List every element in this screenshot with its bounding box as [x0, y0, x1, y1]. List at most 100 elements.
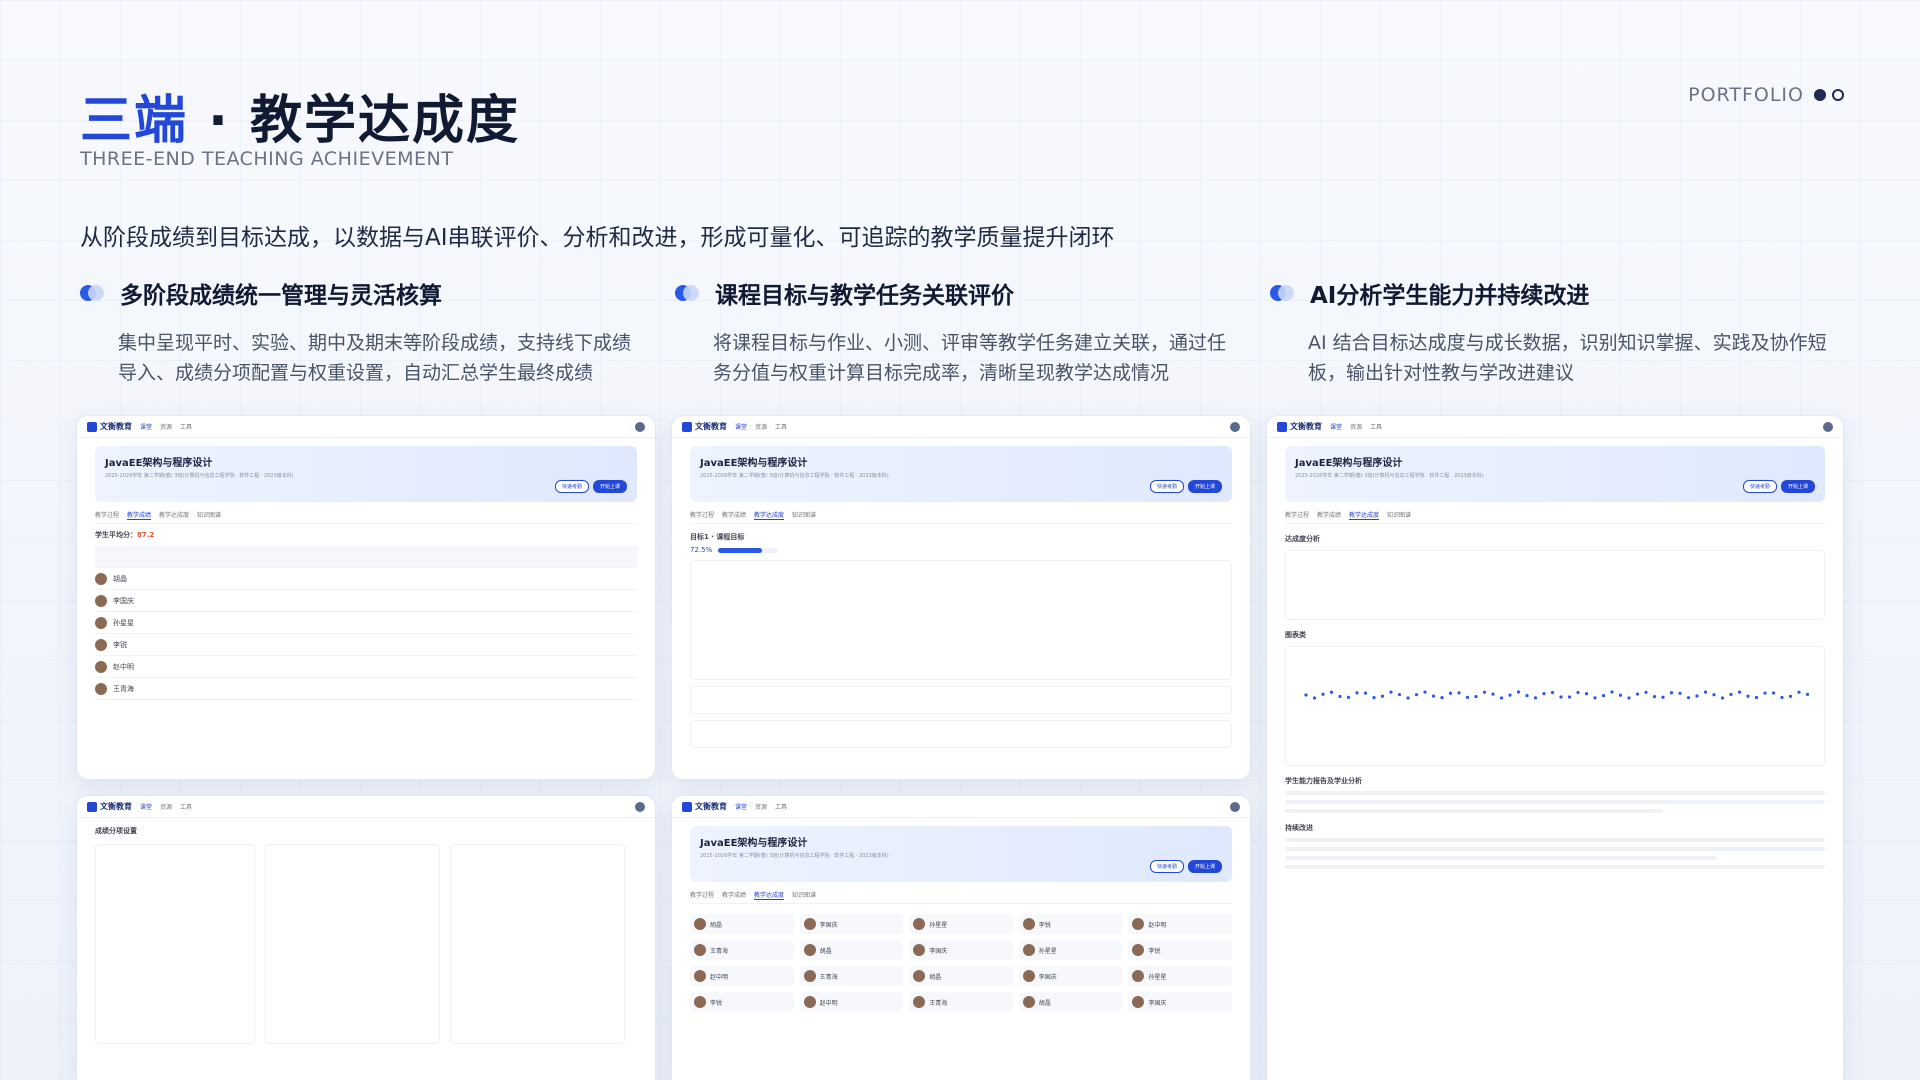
start-class-button[interactable]: 开始上课: [592, 480, 627, 493]
scatter-point: [1567, 695, 1572, 699]
avatar: [803, 918, 816, 930]
student-name: 孙星星: [1038, 947, 1057, 955]
quick-attendance-button[interactable]: 快速考勤: [1149, 480, 1184, 493]
nav-item[interactable]: 工具: [1370, 422, 1382, 431]
student-card[interactable]: 胡晶: [909, 966, 1013, 986]
start-class-button[interactable]: 开始上课: [1780, 480, 1815, 493]
tab[interactable]: 知识图谱: [1387, 510, 1411, 520]
student-card[interactable]: 李国庆: [1128, 992, 1232, 1012]
nav-item[interactable]: 课堂: [140, 802, 152, 811]
nav-item[interactable]: 资源: [160, 422, 172, 431]
scatter-point: [1499, 696, 1504, 700]
nav-item[interactable]: 工具: [180, 802, 192, 811]
tab[interactable]: 教学达成度: [1349, 510, 1380, 520]
scatter-point: [1338, 694, 1342, 699]
nav-item[interactable]: 资源: [755, 422, 767, 431]
table-row: 李国庆: [95, 590, 637, 612]
tab[interactable]: 教学达成度: [754, 890, 785, 900]
avatar: [694, 996, 706, 1008]
start-class-button[interactable]: 开始上课: [1187, 860, 1222, 873]
quick-attendance-button[interactable]: 快速考勤: [1149, 860, 1184, 873]
student-card[interactable]: 王青海: [799, 966, 904, 986]
nav-item[interactable]: 工具: [775, 802, 787, 811]
scatter-point: [1346, 695, 1351, 699]
avatar[interactable]: [635, 801, 645, 812]
avatar[interactable]: [1230, 421, 1240, 432]
avatar: [913, 918, 926, 930]
nav-item[interactable]: 资源: [1350, 422, 1362, 431]
tab[interactable]: 教学达成度: [754, 510, 785, 520]
student-card[interactable]: 李国庆: [799, 914, 904, 934]
bullet-icon: [675, 284, 701, 302]
app-topbar: 文衡教育 课堂 资源 工具: [1267, 416, 1843, 438]
feature-desc: 集中呈现平时、实验、期中及期末等阶段成绩，支持线下成绩导入、成绩分项配置与权重设…: [118, 332, 632, 384]
feature-desc: 将课程目标与作业、小测、评审等教学任务建立关联，通过任务分值与权重计算目标完成率…: [713, 332, 1227, 384]
student-card[interactable]: 胡晶: [799, 940, 904, 960]
avatar[interactable]: [1230, 801, 1240, 812]
scatter-point: [1423, 690, 1427, 694]
tab[interactable]: 教学成绩: [722, 510, 746, 520]
scatter-point: [1304, 693, 1308, 697]
student-card[interactable]: 王青海: [909, 992, 1013, 1012]
avatar[interactable]: [1823, 421, 1833, 432]
course-tabs: 教学过程 教学成绩 教学达成度 知识图谱: [95, 510, 637, 524]
avatar: [913, 970, 926, 982]
avatar: [694, 944, 706, 956]
student-card[interactable]: 李国庆: [909, 940, 1013, 960]
student-name: 胡晶: [929, 973, 942, 981]
tab[interactable]: 教学成绩: [722, 890, 746, 900]
student-card[interactable]: 胡晶: [690, 914, 794, 934]
screenshot-analysis: 文衡教育 课堂 资源 工具 JavaEE架构与程序设计 2025-2026学年 …: [1266, 415, 1844, 1080]
scatter-point: [1627, 696, 1631, 700]
student-card[interactable]: 赵中明: [690, 966, 794, 986]
student-card[interactable]: 李锐: [1018, 914, 1123, 934]
tab[interactable]: 知识图谱: [792, 510, 816, 520]
nav-item[interactable]: 课堂: [735, 422, 747, 431]
avatar: [1132, 970, 1145, 982]
student-name: 李国庆: [929, 947, 948, 955]
avatar[interactable]: [635, 421, 645, 432]
feature-3: AI分析学生能力并持续改进 AI 结合目标达成度与成长数据，识别知识掌握、实践及…: [1270, 276, 1830, 388]
student-name: 赵中明: [710, 973, 729, 981]
scatter-point: [1508, 693, 1512, 697]
course-meta: 2025-2026学年 第二学期(春) 3班(计算机与信息工程学院 · 软件工程…: [105, 473, 294, 479]
nav-item[interactable]: 课堂: [735, 802, 747, 811]
nav-item[interactable]: 工具: [180, 422, 192, 431]
scatter-point: [1491, 692, 1495, 696]
tab[interactable]: 教学过程: [95, 510, 119, 520]
tab[interactable]: 教学成绩: [127, 510, 152, 520]
quick-attendance-button[interactable]: 快速考勤: [554, 480, 589, 493]
student-card[interactable]: 赵中明: [799, 992, 904, 1012]
nav-item[interactable]: 资源: [160, 802, 172, 811]
tab[interactable]: 教学过程: [1285, 510, 1309, 520]
course-name: JavaEE架构与程序设计: [700, 458, 808, 469]
tab[interactable]: 教学达成度: [159, 510, 189, 520]
student-card[interactable]: 孙星星: [1018, 940, 1123, 960]
nav-item[interactable]: 课堂: [1330, 422, 1342, 431]
tab[interactable]: 知识图谱: [792, 890, 816, 900]
dot-filled-icon: [1814, 89, 1826, 101]
tab[interactable]: 教学成绩: [1317, 510, 1341, 520]
avatar: [1022, 944, 1035, 956]
student-card[interactable]: 王青海: [690, 940, 794, 960]
student-card[interactable]: 孙星星: [1128, 966, 1232, 986]
app-logo: 文衡教育: [87, 801, 132, 812]
student-card[interactable]: 李锐: [690, 992, 794, 1012]
scatter-point: [1355, 691, 1359, 695]
student-card[interactable]: 赵中明: [1128, 914, 1232, 934]
nav-item[interactable]: 课堂: [140, 422, 152, 431]
tab[interactable]: 教学过程: [690, 510, 714, 520]
student-card[interactable]: 李锐: [1128, 940, 1232, 960]
student-card[interactable]: 胡晶: [1018, 992, 1123, 1012]
tab[interactable]: 知识图谱: [197, 510, 221, 520]
analysis-table: [1285, 550, 1825, 620]
tab[interactable]: 教学过程: [690, 890, 714, 900]
nav-item[interactable]: 工具: [775, 422, 787, 431]
start-class-button[interactable]: 开始上课: [1187, 480, 1222, 493]
quick-attendance-button[interactable]: 快速考勤: [1742, 480, 1777, 493]
student-card[interactable]: 孙星星: [909, 914, 1013, 934]
ability-text: [1285, 791, 1825, 813]
student-card[interactable]: 李国庆: [1018, 966, 1123, 986]
scatter-point: [1695, 694, 1699, 698]
nav-item[interactable]: 资源: [755, 802, 767, 811]
